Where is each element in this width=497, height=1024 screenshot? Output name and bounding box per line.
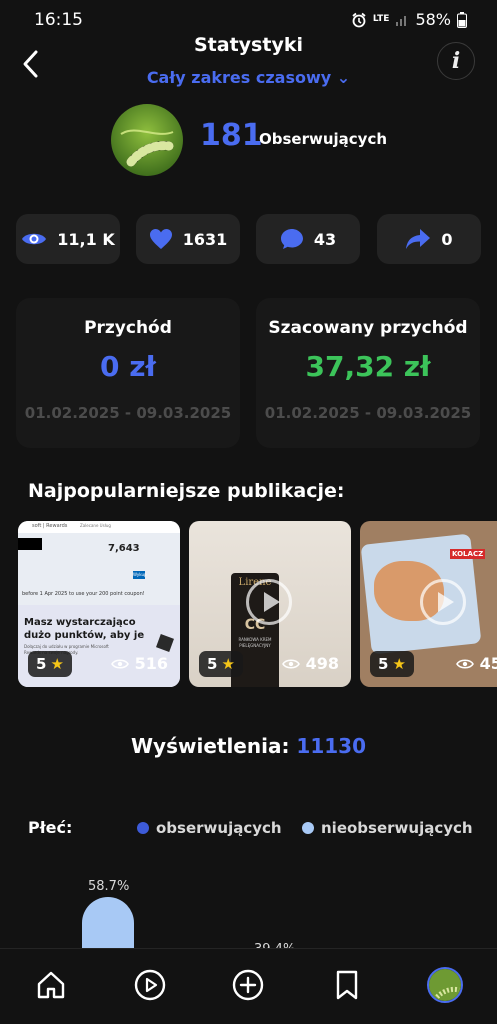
share-icon	[406, 229, 431, 249]
status-icons: LTE 58%	[351, 10, 467, 29]
comments-chip: 43	[256, 214, 360, 264]
rating-value: 5	[36, 655, 47, 673]
bottom-nav	[0, 948, 497, 1024]
legend-dot-followers	[137, 822, 149, 834]
pub2-label-1: RANKOWA KREM	[238, 637, 272, 642]
play-icon	[420, 579, 466, 625]
pub1-button: Wykup	[133, 571, 147, 579]
legend-dot-non-followers	[302, 822, 314, 834]
revenue-card: Przychód 0 zł 01.02.2025 - 09.03.2025	[16, 298, 240, 448]
rating-value: 5	[378, 655, 389, 673]
gender-label: Płeć:	[28, 818, 73, 837]
shares-value: 0	[441, 229, 453, 249]
profile-avatar	[427, 967, 463, 1003]
publication-card-1[interactable]: soft | Rewards Zalecane Usług 7,643 Wyku…	[18, 521, 180, 687]
pub1-points: 7,643	[108, 543, 140, 554]
page-title: Statystyki	[194, 34, 303, 56]
views-value: 458	[479, 654, 497, 673]
eye-icon	[22, 233, 47, 245]
revenue-period: 01.02.2025 - 09.03.2025	[24, 404, 232, 422]
comment-icon	[280, 229, 303, 249]
pub1-sub-1: Dołączaj do udziału w programie Microsof…	[24, 644, 109, 649]
battery-icon	[457, 11, 467, 28]
network-type: LTE	[372, 14, 390, 24]
legend-non-followers: nieobserwujących	[302, 819, 473, 837]
nav-videos[interactable]	[132, 967, 168, 1003]
nav-profile[interactable]	[427, 967, 463, 1003]
views-count: 458	[455, 654, 497, 673]
rating-badge: 5 ★	[370, 651, 414, 677]
publication-card-3[interactable]: KOLACZ 5★ 458	[360, 521, 497, 687]
followers-count: 181	[200, 118, 263, 153]
profile-avatar	[111, 104, 183, 176]
views-count: 516	[110, 654, 168, 673]
estimated-revenue-value: 37,32 zł	[305, 350, 431, 383]
play-icon	[246, 579, 292, 625]
star-icon: ★	[50, 655, 64, 673]
pub1-notice: before 1 Apr 2025 to use your 200 point …	[22, 591, 145, 597]
views-value: 516	[134, 654, 168, 673]
likes-value: 1631	[182, 229, 228, 249]
comments-value: 43	[313, 229, 337, 249]
views-value: 11,1 K	[57, 229, 115, 249]
eye-outline-icon	[110, 658, 129, 669]
followers-label: Obserwujących	[259, 130, 388, 148]
views-value: 498	[305, 654, 339, 673]
estimated-revenue-period: 01.02.2025 - 09.03.2025	[264, 404, 472, 422]
nav-home[interactable]	[33, 967, 69, 1003]
views-total-value: 11130	[296, 734, 367, 758]
pub1-headline-1: Masz wystarczająco	[24, 617, 136, 628]
views-chip: 11,1 K	[16, 214, 120, 264]
views-total: Wyświetlenia: 11130	[0, 734, 497, 758]
eye-outline-icon	[455, 658, 474, 669]
nav-saved[interactable]	[329, 967, 365, 1003]
add-icon	[232, 969, 264, 1001]
star-icon: ★	[392, 655, 406, 673]
views-count: 498	[281, 654, 339, 673]
revenue-value: 0 zł	[100, 350, 156, 383]
play-icon	[134, 969, 166, 1001]
bar-label-non-followers: 58.7%	[88, 879, 130, 894]
star-icon: ★	[221, 655, 235, 673]
pub1-header: soft | Rewards	[32, 523, 68, 529]
eye-outline-icon	[281, 658, 300, 669]
status-time: 16:15	[34, 10, 83, 30]
info-button[interactable]: i	[437, 42, 475, 80]
rating-value: 5	[207, 655, 218, 673]
shares-chip: 0	[377, 214, 481, 264]
estimated-revenue-title: Szacowany przychód	[268, 318, 468, 338]
rating-badge: 5 ★	[28, 651, 72, 677]
alarm-icon	[352, 12, 366, 27]
popular-title: Najpopularniejsze publikacje:	[28, 480, 345, 502]
pub1-headline-2: dużo punktów, aby je	[24, 630, 145, 641]
nav-add[interactable]	[230, 967, 266, 1003]
info-icon: i	[451, 48, 461, 74]
heart-icon	[149, 229, 172, 249]
estimated-revenue-card: Szacowany przychód 37,32 zł 01.02.2025 -…	[256, 298, 480, 448]
bookmark-icon	[336, 970, 358, 1000]
views-total-label: Wyświetlenia:	[130, 734, 290, 758]
signal-icon	[396, 15, 407, 26]
revenue-title: Przychód	[84, 318, 172, 338]
pub1-header-b: Zalecane Usług	[80, 523, 111, 528]
legend-non-followers-label: nieobserwujących	[321, 819, 473, 837]
publication-card-2[interactable]: Lirene CC RANKOWA KREM PIELĘGNACYJNY 5 ★ …	[189, 521, 351, 687]
legend-followers-label: obserwujących	[156, 819, 282, 837]
date-range-selector[interactable]: Cały zakres czasowy ⌄	[0, 68, 497, 87]
rating-badge: 5 ★	[199, 651, 243, 677]
pub2-label-2: PIELĘGNACYJNY	[239, 643, 271, 648]
pub3-label: KOLACZ	[450, 549, 486, 559]
likes-chip: 1631	[136, 214, 240, 264]
home-icon	[37, 971, 65, 999]
battery-percent: 58%	[415, 10, 451, 29]
legend-followers: obserwujących	[137, 819, 282, 837]
